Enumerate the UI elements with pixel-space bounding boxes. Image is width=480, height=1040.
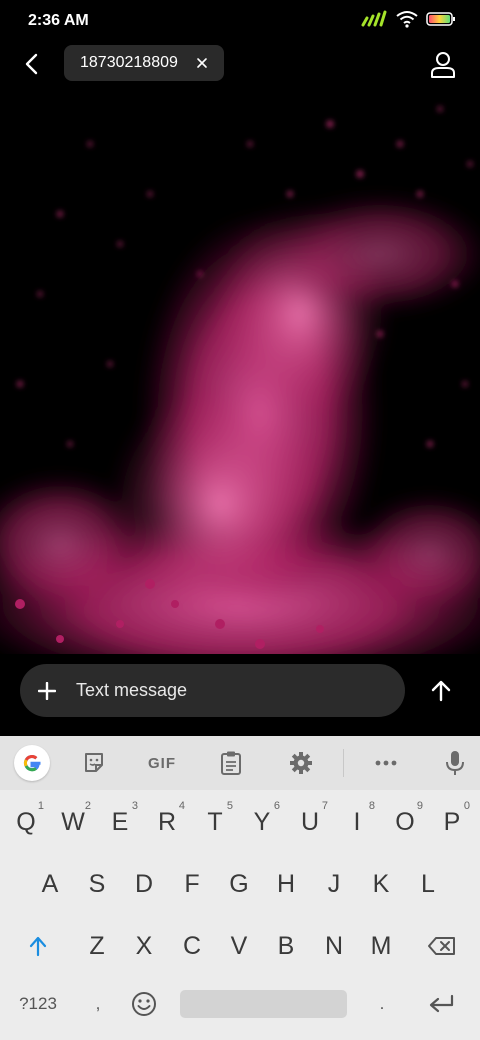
pink-powder-image <box>0 84 480 654</box>
gif-label: GIF <box>148 754 176 772</box>
wifi-icon <box>396 11 418 28</box>
key-z[interactable]: Z <box>75 922 119 970</box>
key-hint: 1 <box>37 800 44 812</box>
key-hint: 8 <box>368 800 375 812</box>
back-arrow-icon <box>25 53 38 75</box>
plus-icon <box>38 682 56 700</box>
key-label: I <box>353 807 361 836</box>
key-hint: 9 <box>416 800 423 812</box>
key-label: P <box>443 807 461 836</box>
backspace-icon <box>428 937 455 955</box>
key-g[interactable]: G <box>217 860 261 908</box>
key-label: Q <box>16 807 36 836</box>
recipient-chip[interactable]: 18730218809 <box>64 45 224 81</box>
key-j[interactable]: J <box>312 860 356 908</box>
sticker-icon <box>85 753 103 772</box>
key-q[interactable]: Q1 <box>4 798 48 846</box>
key-k[interactable]: K <box>359 860 403 908</box>
key-o[interactable]: O9 <box>383 798 427 846</box>
comma-key[interactable]: , <box>76 980 120 1028</box>
key-hint: 3 <box>131 800 138 812</box>
send-button[interactable] <box>424 674 458 708</box>
key-l[interactable]: L <box>406 860 450 908</box>
status-time: 2:36 AM <box>28 12 89 29</box>
recipient-number: 18730218809 <box>80 54 178 71</box>
contact-button[interactable] <box>426 48 460 82</box>
key-n[interactable]: N <box>312 922 356 970</box>
toolbar-divider <box>343 749 344 777</box>
more-icon <box>375 760 397 766</box>
key-x[interactable]: X <box>122 922 166 970</box>
key-u[interactable]: U7 <box>288 798 332 846</box>
emoji-icon <box>132 992 156 1016</box>
key-label: W <box>61 807 85 836</box>
attach-button[interactable] <box>32 676 62 706</box>
key-label: R <box>157 807 177 836</box>
space-key[interactable] <box>180 990 347 1018</box>
key-hint: 6 <box>273 800 280 812</box>
period-key[interactable]: . <box>360 980 404 1028</box>
shift-key[interactable] <box>16 922 60 970</box>
message-placeholder: Text message <box>76 680 188 700</box>
key-hint: 0 <box>463 800 470 812</box>
settings-button[interactable] <box>281 743 321 783</box>
gear-icon <box>290 752 312 774</box>
key-y[interactable]: Y6 <box>240 798 284 846</box>
shift-icon <box>29 936 47 957</box>
key-w[interactable]: W2 <box>51 798 95 846</box>
mic-icon <box>446 751 464 775</box>
conversation-header: 18730218809 <box>0 44 480 84</box>
key-label: E <box>111 807 129 836</box>
key-r[interactable]: R4 <box>145 798 189 846</box>
key-label: O <box>395 807 415 836</box>
voice-input-button[interactable] <box>435 743 475 783</box>
status-bar: 2:36 AM <box>0 0 480 44</box>
key-f[interactable]: F <box>170 860 214 908</box>
emoji-key[interactable] <box>122 980 166 1028</box>
key-p[interactable]: P0 <box>430 798 474 846</box>
google-button[interactable] <box>12 743 52 783</box>
keyboard-toolbar: GIF <box>0 736 480 790</box>
wallpaper-image <box>0 84 480 654</box>
key-i[interactable]: I8 <box>335 798 379 846</box>
google-icon <box>23 755 41 772</box>
message-input[interactable]: Text message <box>20 664 405 717</box>
clipboard-button[interactable] <box>211 743 251 783</box>
remove-recipient-button[interactable] <box>192 53 212 73</box>
enter-key[interactable] <box>420 980 464 1028</box>
backspace-key[interactable] <box>420 922 464 970</box>
key-hint: 5 <box>226 800 233 812</box>
key-label: T <box>207 807 223 836</box>
key-label: U <box>300 807 320 836</box>
compose-bar: Text message <box>0 654 480 736</box>
battery-icon <box>426 12 455 26</box>
status-icons <box>360 10 456 28</box>
keyboard: G I F Q 1 W 2 E 3 R 4 T 5 Y 6 U 7 I 8 O 9 … <box>0 736 480 1040</box>
key-b[interactable]: B <box>264 922 308 970</box>
key-d[interactable]: D <box>122 860 166 908</box>
key-label: Y <box>253 807 271 836</box>
symbols-key[interactable]: ?123 <box>16 980 60 1028</box>
sticker-button[interactable] <box>74 743 114 783</box>
key-e[interactable]: E3 <box>98 798 142 846</box>
key-hint: 2 <box>84 800 91 812</box>
gif-button[interactable]: GIF <box>142 743 182 783</box>
back-button[interactable] <box>14 46 50 82</box>
signal-icon <box>361 10 387 27</box>
key-s[interactable]: S <box>75 860 119 908</box>
more-button[interactable] <box>366 743 406 783</box>
key-hint: 4 <box>178 800 185 812</box>
clipboard-icon <box>221 751 241 775</box>
key-h[interactable]: H <box>264 860 308 908</box>
key-a[interactable]: A <box>28 860 72 908</box>
key-t[interactable]: T5 <box>193 798 237 846</box>
close-icon <box>197 58 207 68</box>
send-arrow-icon <box>431 680 451 702</box>
person-icon <box>431 52 455 78</box>
key-hint: 7 <box>321 800 328 812</box>
key-m[interactable]: M <box>359 922 403 970</box>
enter-icon <box>429 994 454 1013</box>
key-c[interactable]: C <box>170 922 214 970</box>
key-v[interactable]: V <box>217 922 261 970</box>
